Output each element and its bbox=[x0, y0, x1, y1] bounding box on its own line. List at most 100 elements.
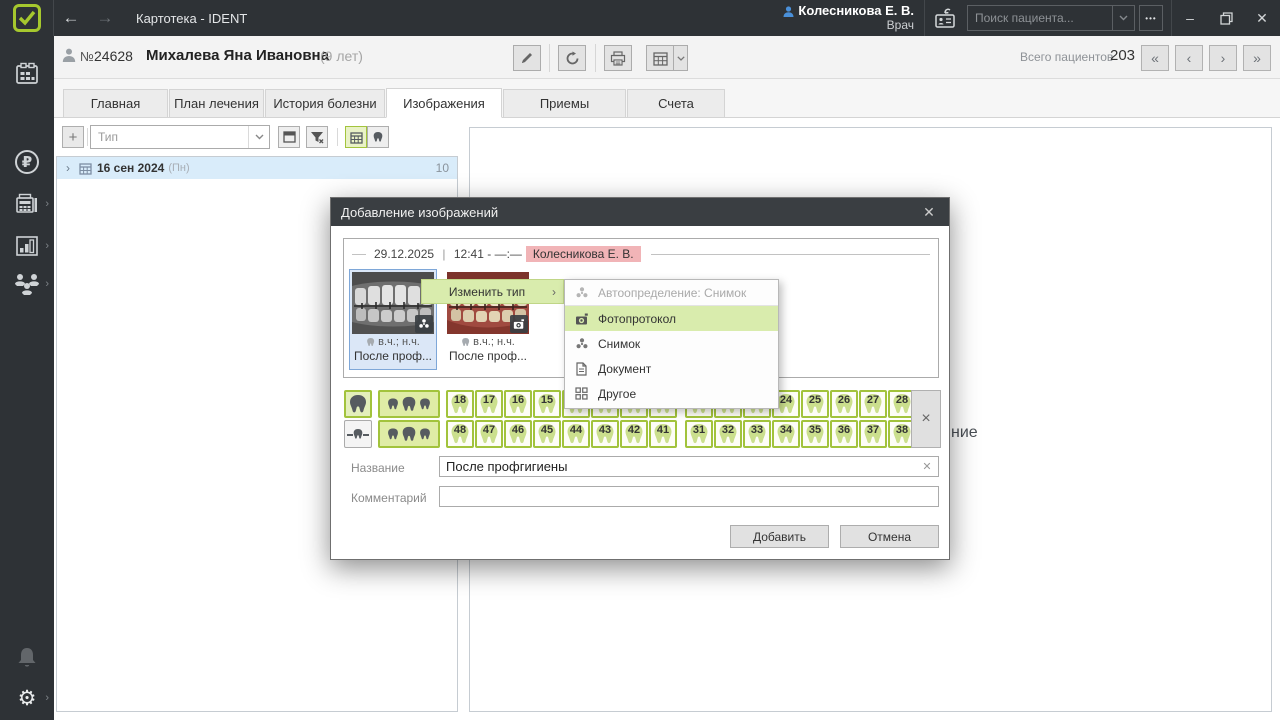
tooth-41-button[interactable]: 41 bbox=[649, 420, 677, 448]
clear-filter-button[interactable] bbox=[306, 126, 328, 148]
close-button[interactable]: ✕ bbox=[1244, 0, 1280, 36]
edit-patient-button[interactable] bbox=[513, 45, 541, 71]
sidebar-item-reports[interactable]: › bbox=[0, 228, 54, 264]
print-button[interactable] bbox=[604, 45, 632, 71]
pager-next-button[interactable]: › bbox=[1209, 45, 1237, 71]
menu-item-document[interactable]: Документ bbox=[565, 356, 778, 381]
patient-tabs: Главная План лечения История болезни Изо… bbox=[54, 79, 1280, 118]
lower-all-teeth-toggle[interactable] bbox=[378, 420, 440, 448]
session-time: 12:41 - —:— bbox=[454, 247, 522, 261]
tooth-44-button[interactable]: 44 bbox=[562, 420, 590, 448]
refresh-button[interactable] bbox=[558, 45, 586, 71]
appointments-dropdown-chevron[interactable] bbox=[673, 45, 688, 71]
patient-search-input[interactable] bbox=[968, 11, 1112, 25]
tooth-46-button[interactable]: 46 bbox=[504, 420, 532, 448]
collapse-icon bbox=[283, 131, 296, 143]
viewer-hidden-text-fragment: ние bbox=[951, 424, 978, 442]
tab-plan-lecheniya[interactable]: План лечения bbox=[169, 89, 264, 118]
chevron-right-icon: › bbox=[45, 240, 49, 252]
cancel-button[interactable]: Отмена bbox=[840, 525, 939, 548]
pager-prev-button[interactable]: ‹ bbox=[1175, 45, 1203, 71]
tooth-31-button[interactable]: 31 bbox=[685, 420, 713, 448]
title-bar: ← → Картотека - IDENT Колесникова Е. В. … bbox=[0, 0, 1280, 36]
patient-number-sign: № bbox=[80, 49, 94, 64]
pager-last-button[interactable]: » bbox=[1243, 45, 1271, 71]
more-options-button[interactable]: ••• bbox=[1139, 5, 1163, 31]
lower-jaw-toggle[interactable] bbox=[344, 420, 372, 448]
tooth-32-button[interactable]: 32 bbox=[714, 420, 742, 448]
tooth-42-button[interactable]: 42 bbox=[620, 420, 648, 448]
dialog-close-icon[interactable]: ✕ bbox=[919, 204, 939, 221]
collapse-groups-button[interactable] bbox=[278, 126, 300, 148]
restore-button[interactable] bbox=[1208, 0, 1244, 36]
tooth-33-button[interactable]: 33 bbox=[743, 420, 771, 448]
tab-istoriya-bolezni[interactable]: История болезни bbox=[265, 89, 385, 118]
sidebar-item-schedule[interactable] bbox=[0, 56, 54, 92]
sidebar-item-cashbox[interactable]: › bbox=[0, 186, 54, 222]
forward-arrow-icon[interactable]: → bbox=[88, 8, 122, 28]
tooth-43-button[interactable]: 43 bbox=[591, 420, 619, 448]
sidebar-item-notifications[interactable] bbox=[0, 640, 54, 676]
tooth-26-button[interactable]: 26 bbox=[830, 390, 858, 418]
current-user[interactable]: Колесникова Е. В. Врач bbox=[783, 4, 914, 32]
menu-item-snapshot[interactable]: Снимок bbox=[565, 331, 778, 356]
group-by-tooth-toggle[interactable] bbox=[367, 126, 389, 148]
app-window: ← → Картотека - IDENT Колесникова Е. В. … bbox=[0, 0, 1280, 720]
clear-name-icon[interactable]: ✕ bbox=[919, 456, 935, 477]
tooth-35-button[interactable]: 35 bbox=[801, 420, 829, 448]
add-image-button[interactable]: + bbox=[62, 126, 84, 148]
tooth-16-button[interactable]: 16 bbox=[504, 390, 532, 418]
sidebar-item-staff[interactable]: › bbox=[0, 266, 54, 302]
tab-priemy[interactable]: Приемы bbox=[503, 89, 626, 118]
upper-jaw-toggle[interactable] bbox=[344, 390, 372, 418]
type-filter-combobox[interactable]: Тип bbox=[90, 125, 270, 149]
ident-checkmark-icon bbox=[13, 4, 41, 32]
dialog-title-bar[interactable]: Добавление изображений ✕ bbox=[331, 198, 949, 226]
tooth-27-button[interactable]: 27 bbox=[859, 390, 887, 418]
menu-item-other[interactable]: Другое bbox=[565, 381, 778, 406]
upper-all-teeth-toggle[interactable] bbox=[378, 390, 440, 418]
expand-chevron-icon[interactable]: › bbox=[57, 161, 79, 175]
group-by-date-toggle[interactable] bbox=[345, 126, 367, 148]
camera-icon bbox=[574, 312, 589, 326]
context-menu-change-type[interactable]: Изменить тип › bbox=[421, 279, 564, 304]
tooth-36-button[interactable]: 36 bbox=[830, 420, 858, 448]
tab-izobrazheniya[interactable]: Изображения bbox=[386, 88, 502, 118]
tooth-34-button[interactable]: 34 bbox=[772, 420, 800, 448]
app-logo[interactable] bbox=[0, 0, 54, 36]
group-date: 16 сен 2024 bbox=[97, 161, 164, 175]
minimize-button[interactable]: – bbox=[1172, 0, 1208, 36]
add-images-dialog: Добавление изображений ✕ 29.12.2025 | 12… bbox=[330, 197, 950, 560]
search-dropdown-chevron-icon[interactable] bbox=[1112, 6, 1134, 30]
tab-scheta[interactable]: Счета bbox=[627, 89, 725, 118]
add-button[interactable]: Добавить bbox=[730, 525, 829, 548]
image-group-row[interactable]: › 16 сен 2024 (Пн) 10 bbox=[57, 157, 457, 179]
clear-teeth-button[interactable]: × bbox=[911, 390, 941, 448]
sidebar-item-payments[interactable]: ₽ bbox=[0, 144, 54, 180]
back-arrow-icon[interactable]: ← bbox=[54, 8, 88, 28]
photo-type-badge bbox=[510, 315, 528, 333]
tooth-45-button[interactable]: 45 bbox=[533, 420, 561, 448]
comment-field-input[interactable] bbox=[439, 486, 939, 507]
calendar-grid-icon bbox=[653, 51, 668, 66]
tooth-15-button[interactable]: 15 bbox=[533, 390, 561, 418]
tooth-18-button[interactable]: 18 bbox=[446, 390, 474, 418]
pager-first-button[interactable]: « bbox=[1141, 45, 1169, 71]
tooth-47-button[interactable]: 47 bbox=[475, 420, 503, 448]
tooth-37-button[interactable]: 37 bbox=[859, 420, 887, 448]
document-icon bbox=[574, 362, 589, 376]
tooth-icon bbox=[366, 338, 375, 347]
menu-item-autodetect: Автоопределение: Снимок bbox=[565, 280, 778, 306]
appointments-grid-button[interactable] bbox=[646, 45, 674, 71]
total-patients-count: 203 bbox=[1110, 47, 1135, 64]
tooth-25-button[interactable]: 25 bbox=[801, 390, 829, 418]
tooth-48-button[interactable]: 48 bbox=[446, 420, 474, 448]
tab-glavnaya[interactable]: Главная bbox=[63, 89, 168, 118]
sidebar-item-settings[interactable]: ⚙ › bbox=[0, 680, 54, 716]
cashbox-icon bbox=[14, 191, 40, 217]
comment-field-label: Комментарий bbox=[351, 491, 427, 505]
tooth-17-button[interactable]: 17 bbox=[475, 390, 503, 418]
menu-item-photoprotocol[interactable]: Фотопротокол bbox=[565, 306, 778, 331]
patient-card-return-button[interactable] bbox=[925, 0, 965, 36]
name-field-input[interactable] bbox=[439, 456, 939, 477]
